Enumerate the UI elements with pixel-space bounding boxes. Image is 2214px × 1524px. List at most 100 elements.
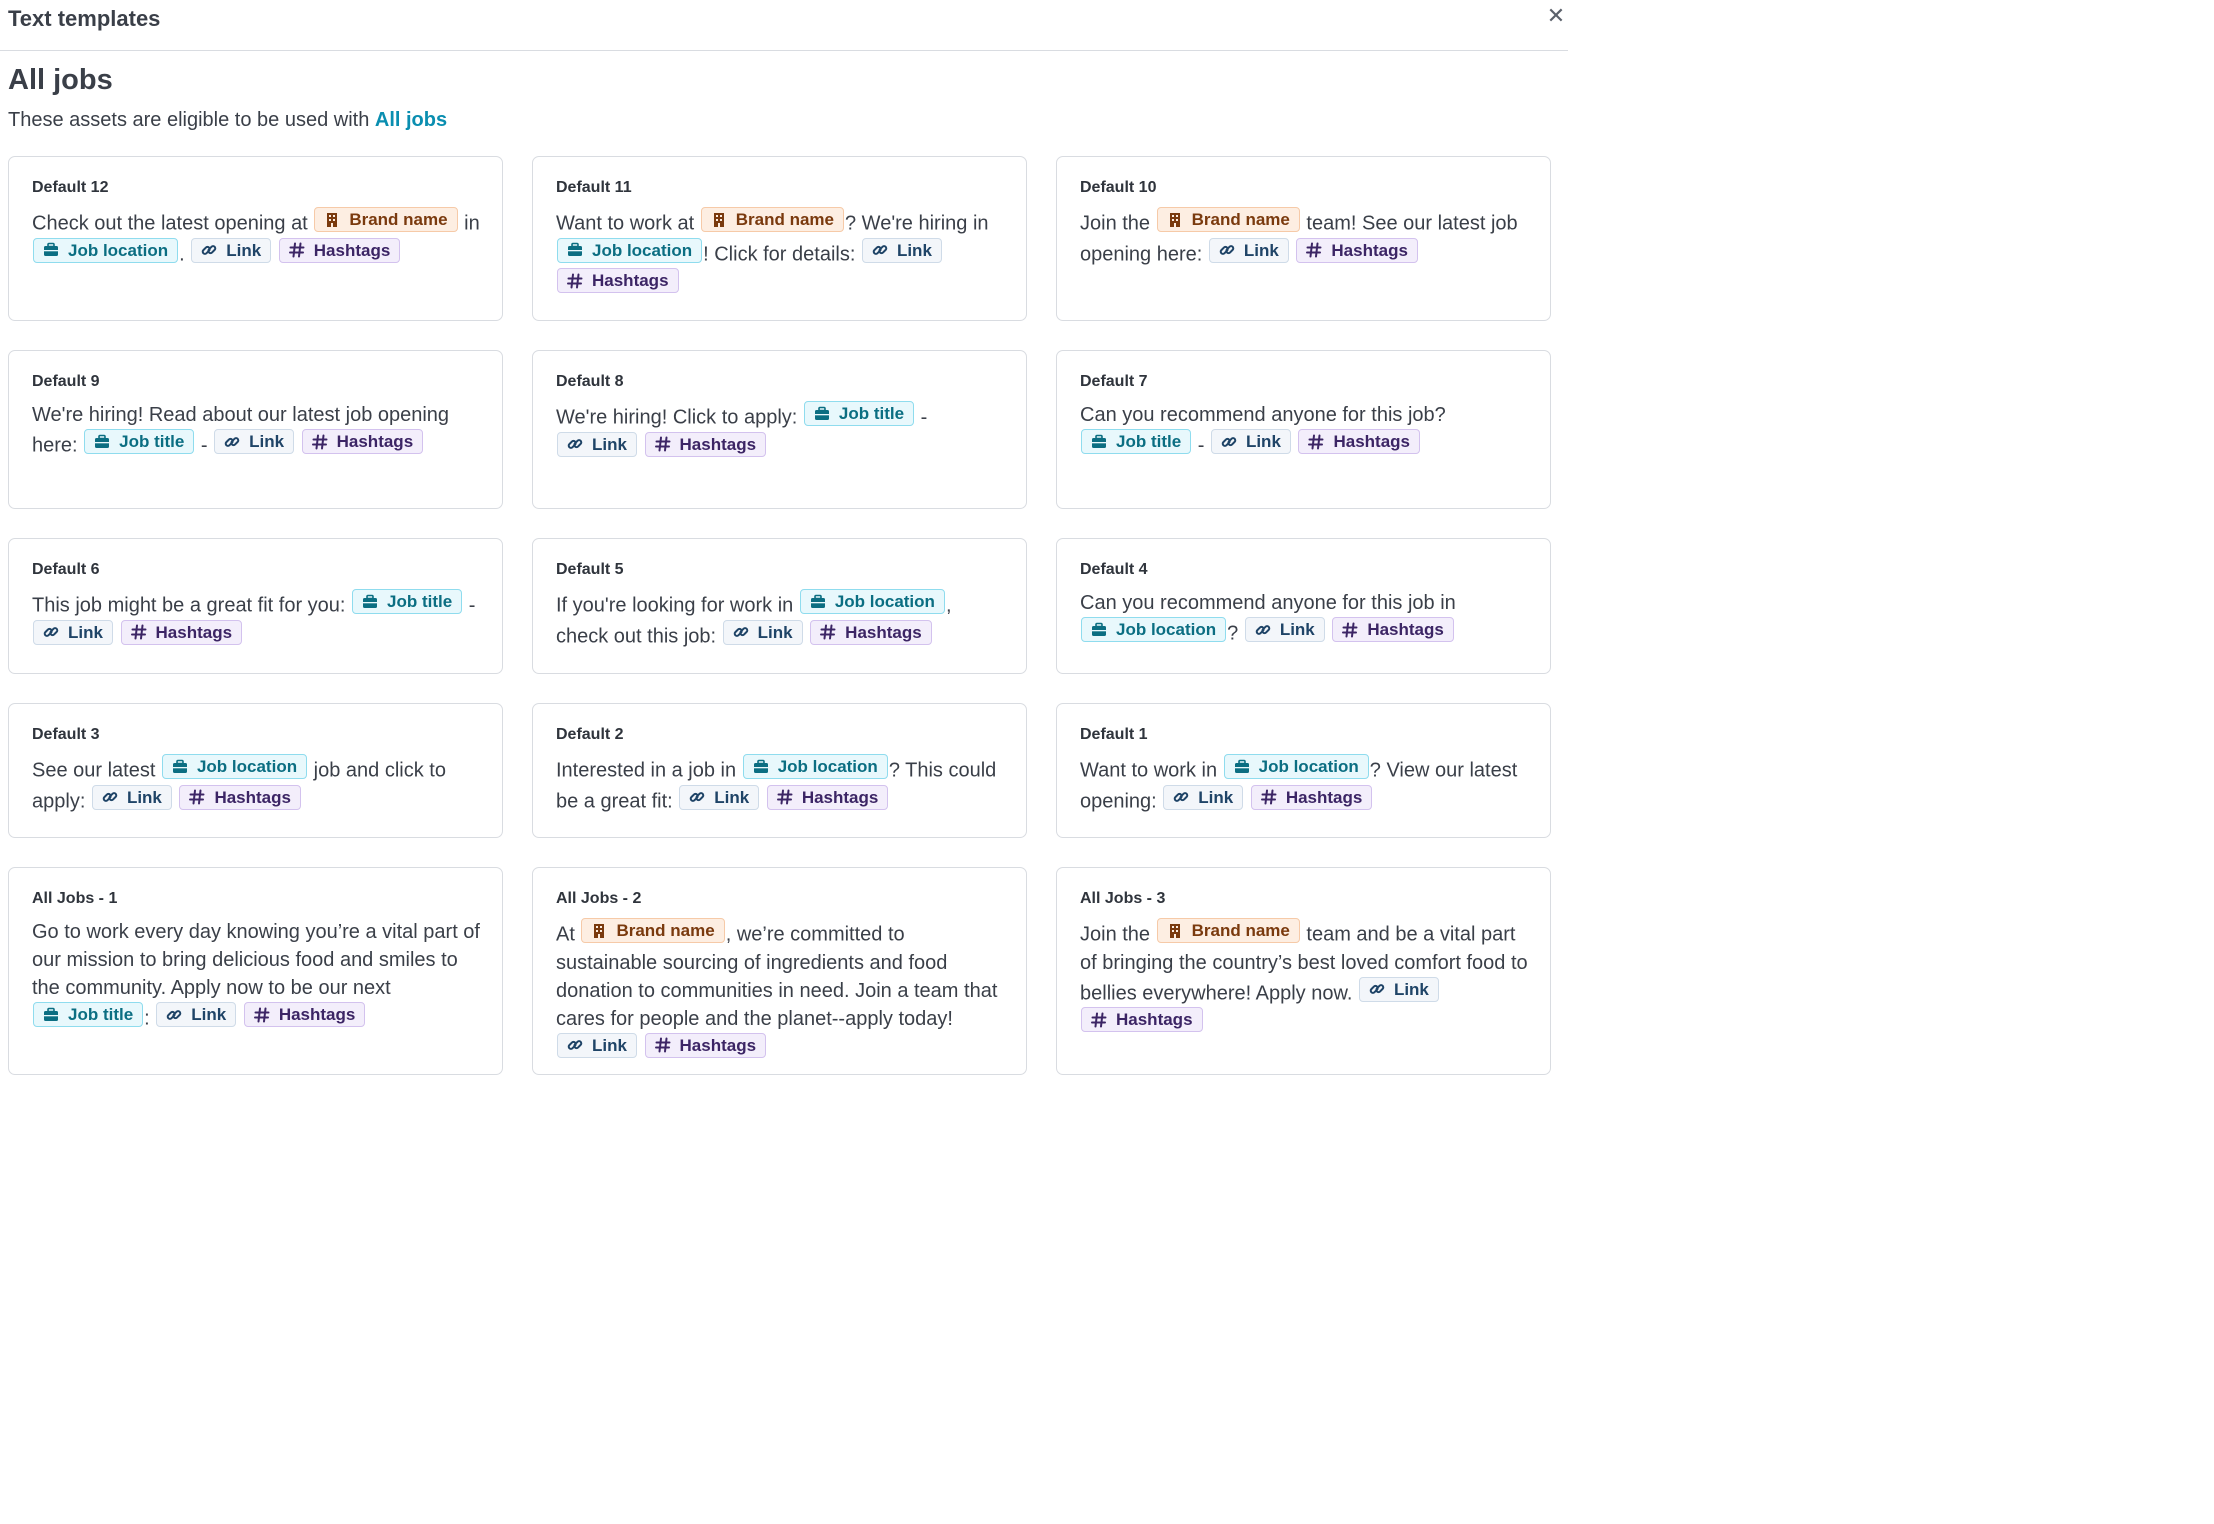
template-body: Want to work at Brand name ? We're hiring… xyxy=(556,207,1004,299)
template-card[interactable]: Default 8 We're hiring! Click to apply: J… xyxy=(532,350,1027,509)
template-card[interactable]: Default 10 Join the Brand name team! See … xyxy=(1056,156,1551,321)
briefcase-icon xyxy=(567,242,583,258)
template-card[interactable]: Default 12 Check out the latest opening a… xyxy=(8,156,503,321)
chip-label: Hashtags xyxy=(1285,787,1363,807)
template-text: If you're looking for work in xyxy=(556,594,799,617)
template-text: Check out the latest opening at xyxy=(32,212,314,235)
chip-label: Link xyxy=(1243,240,1279,260)
template-text: ? xyxy=(1227,622,1244,645)
briefcase-icon xyxy=(43,1007,59,1023)
hashtag-icon xyxy=(288,242,305,258)
chip-label: Link xyxy=(191,1005,227,1024)
chip-label: Job location xyxy=(68,240,169,260)
chip-label: Job title xyxy=(387,592,453,611)
link-icon xyxy=(733,624,749,640)
job-title-chip: Job title xyxy=(803,401,915,426)
briefcase-icon xyxy=(810,594,826,610)
job-location-chip: Job location xyxy=(1223,754,1369,779)
template-card[interactable]: Default 1 Want to work in Job location? V… xyxy=(1056,703,1551,838)
link-icon xyxy=(102,789,118,805)
template-title: All Jobs - 1 xyxy=(32,890,118,907)
template-card[interactable]: All Jobs - 3 Join the Brand name team and… xyxy=(1056,867,1551,1075)
link-icon xyxy=(872,242,888,258)
hashtag-icon xyxy=(1091,1012,1107,1028)
template-text: - xyxy=(195,434,214,457)
briefcase-icon xyxy=(1091,622,1107,638)
template-text: This job might be a great fit for you: xyxy=(32,594,352,617)
template-title: Default 2 xyxy=(556,726,624,743)
template-text: At xyxy=(556,923,581,946)
chip-label: Brand name xyxy=(735,210,834,229)
link-chip: Link xyxy=(861,237,942,263)
chip-label: Hashtags xyxy=(1333,432,1410,451)
template-body: If you're looking for work in Job locati… xyxy=(556,589,1004,650)
building-icon xyxy=(324,212,340,228)
brand-name-chip: Brand name xyxy=(1156,918,1300,943)
briefcase-icon xyxy=(94,434,110,450)
template-text: We're hiring! Click to apply: xyxy=(556,406,803,429)
template-card[interactable]: All Jobs - 1 Go to work every day knowing… xyxy=(8,867,503,1075)
hashtags-chip: Hashtags xyxy=(179,784,301,810)
chip-label: Job location xyxy=(777,757,878,776)
link-chip: Link xyxy=(33,619,113,645)
template-card[interactable]: Default 11 Want to work at Brand name ? We… xyxy=(532,156,1027,321)
job-location-chip: Job location xyxy=(33,237,179,263)
template-text: Interested in a job in xyxy=(556,759,742,782)
hashtags-chip: Hashtags xyxy=(644,1032,767,1058)
template-text xyxy=(1326,623,1332,645)
template-card[interactable]: Default 6 This job might be a great fit f… xyxy=(8,538,503,674)
hashtags-chip: Hashtags xyxy=(301,429,424,454)
chip-label: Brand name xyxy=(1191,210,1290,229)
template-title: Default 7 xyxy=(1080,373,1148,390)
template-body: We're hiring! Click to apply: Job title … xyxy=(556,401,1004,462)
chip-label: Link xyxy=(592,1035,627,1055)
chip-label: Job location xyxy=(196,757,298,776)
template-card[interactable]: Default 4 Can you recommend anyone for th… xyxy=(1056,538,1551,674)
template-title: Default 12 xyxy=(32,179,109,196)
hashtag-icon xyxy=(1308,434,1324,450)
template-card[interactable]: Default 9 We're hiring! Read about our la… xyxy=(8,350,503,509)
link-icon xyxy=(1369,981,1385,997)
template-text: Join the xyxy=(1080,923,1156,946)
chip-label: Link xyxy=(249,432,285,451)
template-text: ! Click for details: xyxy=(703,243,861,265)
template-text: in xyxy=(458,212,480,235)
template-card[interactable]: Default 3 See our latest Job location job… xyxy=(8,703,503,838)
template-body: Check out the latest opening at Brand na… xyxy=(32,207,480,268)
template-card[interactable]: Default 5 If you're looking for work in J… xyxy=(532,538,1027,674)
link-icon xyxy=(224,434,240,450)
chip-label: Job title xyxy=(119,432,185,451)
template-text xyxy=(295,435,301,457)
link-chip: Link xyxy=(1163,784,1244,810)
template-body: Go to work every day knowing you’re a vi… xyxy=(32,918,480,1033)
brand-name-chip: Brand name xyxy=(1156,207,1300,232)
link-icon xyxy=(567,1037,583,1053)
link-chip: Link xyxy=(156,1002,237,1027)
building-icon xyxy=(591,923,607,939)
link-icon xyxy=(1221,434,1237,450)
hashtags-chip: Hashtags xyxy=(278,237,401,263)
chip-label: Brand name xyxy=(616,921,715,940)
chip-label: Hashtags xyxy=(1367,620,1444,639)
template-card[interactable]: Default 2 Interested in a job in Job loca… xyxy=(532,703,1027,838)
chip-label: Hashtags xyxy=(1331,240,1408,260)
hashtags-chip: Hashtags xyxy=(766,784,889,810)
template-card[interactable]: All Jobs - 2 At Brand name, we’re committ… xyxy=(532,867,1027,1075)
template-title: Default 5 xyxy=(556,561,624,578)
hashtag-icon xyxy=(776,789,793,805)
chip-label: Link xyxy=(896,240,932,260)
template-card[interactable]: Default 7 Can you recommend anyone for th… xyxy=(1056,350,1551,509)
template-text: : xyxy=(144,1007,156,1030)
chip-label: Job title xyxy=(68,1005,134,1024)
chip-label: Hashtags xyxy=(679,434,757,454)
hashtags-chip: Hashtags xyxy=(644,431,767,457)
template-body: Join the Brand name team! See our latest… xyxy=(1080,207,1528,268)
link-icon xyxy=(201,242,217,258)
link-chip: Link xyxy=(1208,237,1289,263)
template-text xyxy=(804,625,810,647)
building-icon xyxy=(1167,923,1183,939)
chip-label: Link xyxy=(1245,432,1281,451)
hashtags-chip: Hashtags xyxy=(557,268,679,293)
hashtag-icon xyxy=(567,273,583,289)
link-icon xyxy=(1255,622,1271,638)
